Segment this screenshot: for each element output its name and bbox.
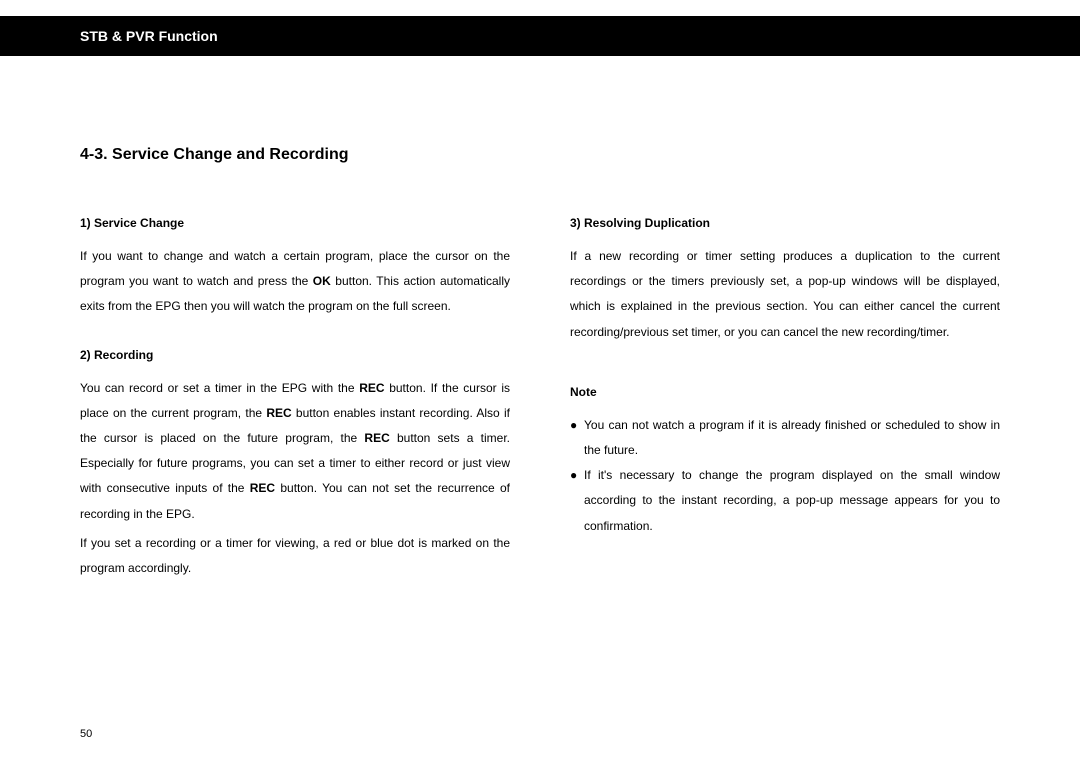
para-service-change: If you want to change and watch a certai… (80, 244, 510, 320)
subhead-note: Note (570, 385, 1000, 399)
bold-rec: REC (266, 406, 291, 420)
header-title: STB & PVR Function (80, 28, 218, 44)
note-list: ● You can not watch a program if it is a… (570, 413, 1000, 539)
para-recording-2: If you set a recording or a timer for vi… (80, 531, 510, 581)
subhead-resolving-duplication: 3) Resolving Duplication (570, 216, 1000, 230)
page: STB & PVR Function 4-3. Service Change a… (0, 16, 1080, 776)
left-column: 1) Service Change If you want to change … (80, 212, 510, 609)
bullet-icon: ● (570, 463, 584, 539)
header-bar: STB & PVR Function (0, 16, 1080, 56)
note-text: You can not watch a program if it is alr… (584, 413, 1000, 463)
subhead-service-change: 1) Service Change (80, 216, 510, 230)
para-resolving-duplication: If a new recording or timer setting prod… (570, 244, 1000, 345)
subhead-recording: 2) Recording (80, 348, 510, 362)
bold-rec: REC (250, 481, 275, 495)
bold-rec: REC (364, 431, 389, 445)
bold-ok: OK (313, 274, 331, 288)
section-title: 4-3. Service Change and Recording (80, 146, 1000, 164)
columns: 1) Service Change If you want to change … (80, 212, 1000, 609)
note-item: ● You can not watch a program if it is a… (570, 413, 1000, 463)
content-area: 4-3. Service Change and Recording 1) Ser… (0, 56, 1080, 609)
bullet-icon: ● (570, 413, 584, 463)
bold-rec: REC (359, 381, 384, 395)
note-item: ● If it's necessary to change the progra… (570, 463, 1000, 539)
page-number: 50 (80, 728, 92, 740)
text-run: You can record or set a timer in the EPG… (80, 381, 359, 395)
right-column: 3) Resolving Duplication If a new record… (570, 212, 1000, 609)
note-text: If it's necessary to change the program … (584, 463, 1000, 539)
para-recording-1: You can record or set a timer in the EPG… (80, 376, 510, 527)
